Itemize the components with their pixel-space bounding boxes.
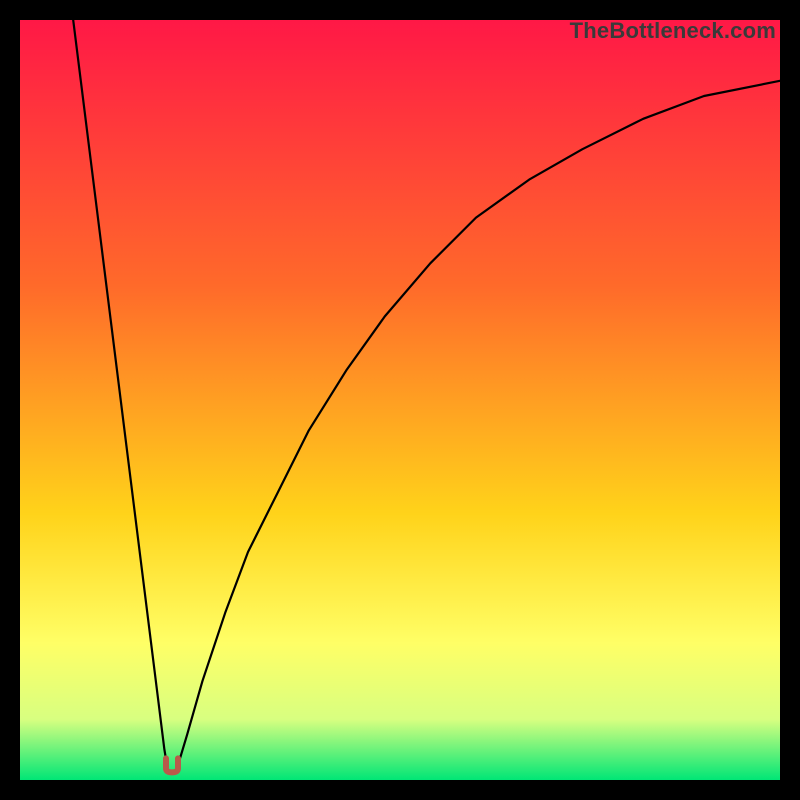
chart-background [20, 20, 780, 780]
chart-frame: TheBottleneck.com [20, 20, 780, 780]
watermark-text: TheBottleneck.com [570, 18, 776, 44]
chart-svg [20, 20, 780, 780]
